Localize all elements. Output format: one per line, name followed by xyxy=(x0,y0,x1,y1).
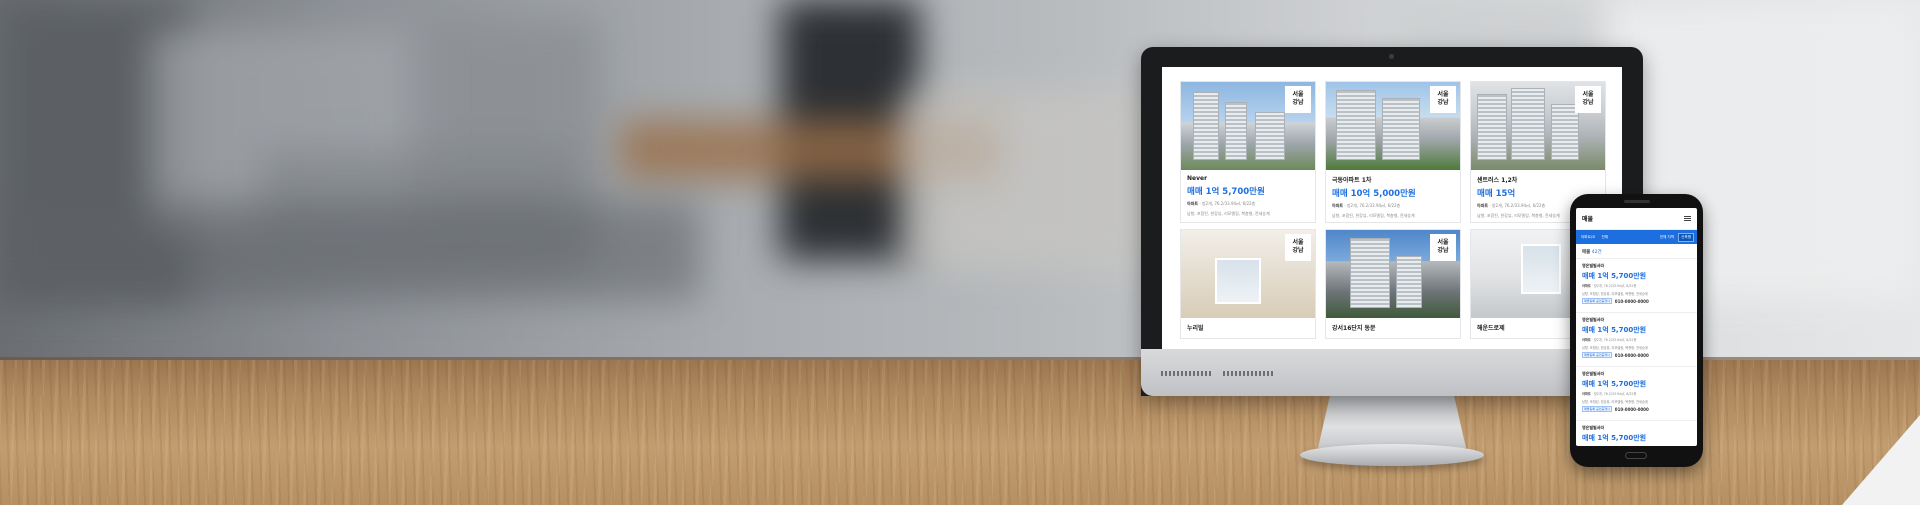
agent-tag: 매물등록 공인중개사 xyxy=(1582,298,1612,305)
region-badge: 서울 강남 xyxy=(1430,234,1456,261)
listing-title: 누리빌 xyxy=(1187,325,1204,332)
listing-title: 극동아파트 1차 xyxy=(1332,177,1372,184)
listing-card[interactable]: 서울 강남 Never 매매 1억 5,700만원 아파트 · 방2개, 76.… xyxy=(1180,81,1316,223)
item-spec: 방2개, 76.2/33.94㎡, 6/22층 xyxy=(1593,284,1637,288)
phone-number[interactable]: 010-0000-0000 xyxy=(1615,299,1649,304)
item-type: 아파트 xyxy=(1582,338,1591,342)
item-spec: 방2개, 76.2/33.94㎡, 6/22층 xyxy=(1593,338,1637,342)
listing-price: 매매 10억 5,000만원 xyxy=(1332,189,1416,199)
filter-sort[interactable]: 신축형 xyxy=(1678,232,1694,242)
listing-title: 강서16단지 동문 xyxy=(1332,325,1376,332)
listing-spec: 방2개, 76.2/33.94㎡, 6/22층 xyxy=(1491,203,1546,208)
filter-region[interactable]: 전체 지역 xyxy=(1658,234,1676,241)
list-item[interactable]: 영은빌빌서라 매매 1억 5,700만원 아파트 · 방2개, 76.2/33.… xyxy=(1576,367,1697,421)
menu-icon[interactable] xyxy=(1684,216,1691,221)
listing-title: 센트러스 1,2차 xyxy=(1477,177,1518,184)
count-value: 42건 xyxy=(1591,250,1602,255)
listing-grid: 서울 강남 Never 매매 1억 5,700만원 아파트 · 방2개, 76.… xyxy=(1180,81,1606,339)
region-badge: 서울 강남 xyxy=(1285,234,1311,261)
item-price: 매매 1억 5,700만원 xyxy=(1582,434,1647,442)
listing-photo: 서울 강남 xyxy=(1181,82,1315,170)
listing-spec: 방2개, 76.2/33.94㎡, 6/22층 xyxy=(1201,201,1256,206)
item-features: 남향, 포함된, 한강뷰, 리모델링, 복층형, 전세승계 xyxy=(1582,399,1648,404)
listing-card[interactable]: 서울 강남 누리빌 xyxy=(1180,229,1316,339)
list-item[interactable]: 영은빌빌서라 매매 1억 5,700만원 xyxy=(1576,421,1697,446)
item-features: 남향, 포함된, 한강뷰, 리모델링, 복층형, 전세승계 xyxy=(1582,345,1648,350)
white-corner-shape xyxy=(1842,415,1920,505)
listing-features: 남향, 포함된, 한강뷰, 리모델링, 복층형, 전세승계 xyxy=(1187,211,1270,216)
filter-deal-type[interactable]: 전체 xyxy=(1599,234,1655,241)
monitor-chin xyxy=(1141,349,1643,396)
filter-bar: 아파트/오 전체 전체 지역 신축형 xyxy=(1576,230,1697,244)
listing-type: 아파트 xyxy=(1477,203,1489,208)
agent-tag: 매물등록 공인중개사 xyxy=(1582,406,1612,413)
page-title: 매물 xyxy=(1582,216,1594,223)
region-badge: 서울 강남 xyxy=(1430,86,1456,113)
listing-type: 아파트 xyxy=(1332,203,1344,208)
speaker-grill xyxy=(1161,371,1213,376)
listing-features: 남향, 포함된, 한강뷰, 리모델링, 복층형, 전세승계 xyxy=(1332,213,1415,218)
phone-number[interactable]: 010-0000-0000 xyxy=(1615,407,1649,412)
item-spec: 방2개, 76.2/33.94㎡, 6/22층 xyxy=(1593,392,1637,396)
monitor-stand-base xyxy=(1300,444,1484,466)
list-item[interactable]: 영은빌빌서라 매매 1억 5,700만원 아파트 · 방2개, 76.2/33.… xyxy=(1576,313,1697,367)
webcam-icon xyxy=(1389,54,1394,59)
listing-card[interactable]: 서울 강남 강서16단지 동문 xyxy=(1325,229,1461,339)
phone-number[interactable]: 010-0000-0000 xyxy=(1615,353,1649,358)
item-name: 영은빌빌서라 xyxy=(1582,263,1605,268)
listing-price: 매매 1억 5,700만원 xyxy=(1187,187,1265,197)
item-price: 매매 1억 5,700만원 xyxy=(1582,326,1647,334)
phone-header: 매물 xyxy=(1576,208,1697,230)
listing-photo: 서울 강남 xyxy=(1326,82,1460,170)
listing-type: 아파트 xyxy=(1187,201,1199,206)
home-button[interactable] xyxy=(1625,452,1647,459)
filter-property-type[interactable]: 아파트/오 xyxy=(1579,234,1597,241)
region-badge: 서울 강남 xyxy=(1575,86,1601,113)
listing-card[interactable]: 서울 강남 극동아파트 1차 매매 10억 5,000만원 아파트 · 방2개,… xyxy=(1325,81,1461,223)
count-label: 매물 xyxy=(1582,250,1591,255)
list-item[interactable]: 영은빌빌서라 매매 1억 5,700만원 아파트 · 방2개, 76.2/33.… xyxy=(1576,259,1697,313)
speaker-grill xyxy=(1223,371,1275,376)
item-name: 영은빌빌서라 xyxy=(1582,425,1605,430)
listing-title: Never xyxy=(1187,175,1208,182)
listing-photo: 서울 강남 xyxy=(1471,82,1605,170)
monitor-screen: 서울 강남 Never 매매 1억 5,700만원 아파트 · 방2개, 76.… xyxy=(1162,67,1622,349)
desktop-monitor: 서울 강남 Never 매매 1억 5,700만원 아파트 · 방2개, 76.… xyxy=(1141,47,1643,396)
item-features: 남향, 포함된, 한강뷰, 리모델링, 복층형, 전세승계 xyxy=(1582,291,1648,296)
listing-spec: 방2개, 76.2/33.94㎡, 6/22층 xyxy=(1346,203,1401,208)
smartphone: 매물 아파트/오 전체 전체 지역 신축형 매물 42건 영은빌빌서라 매매 1… xyxy=(1570,194,1703,467)
phone-speaker xyxy=(1624,200,1650,203)
item-name: 영은빌빌서라 xyxy=(1582,317,1605,322)
item-type: 아파트 xyxy=(1582,392,1591,396)
phone-screen: 매물 아파트/오 전체 전체 지역 신축형 매물 42건 영은빌빌서라 매매 1… xyxy=(1576,208,1697,446)
listing-count: 매물 42건 xyxy=(1576,244,1697,259)
monitor-stand-neck xyxy=(1318,396,1466,448)
item-type: 아파트 xyxy=(1582,284,1591,288)
listing-photo: 서울 강남 xyxy=(1181,230,1315,318)
agent-tag: 매물등록 공인중개사 xyxy=(1582,352,1612,359)
item-name: 영은빌빌서라 xyxy=(1582,371,1605,376)
item-price: 매매 1억 5,700만원 xyxy=(1582,380,1647,388)
listing-photo: 서울 강남 xyxy=(1326,230,1460,318)
item-price: 매매 1억 5,700만원 xyxy=(1582,272,1647,280)
region-badge: 서울 강남 xyxy=(1285,86,1311,113)
